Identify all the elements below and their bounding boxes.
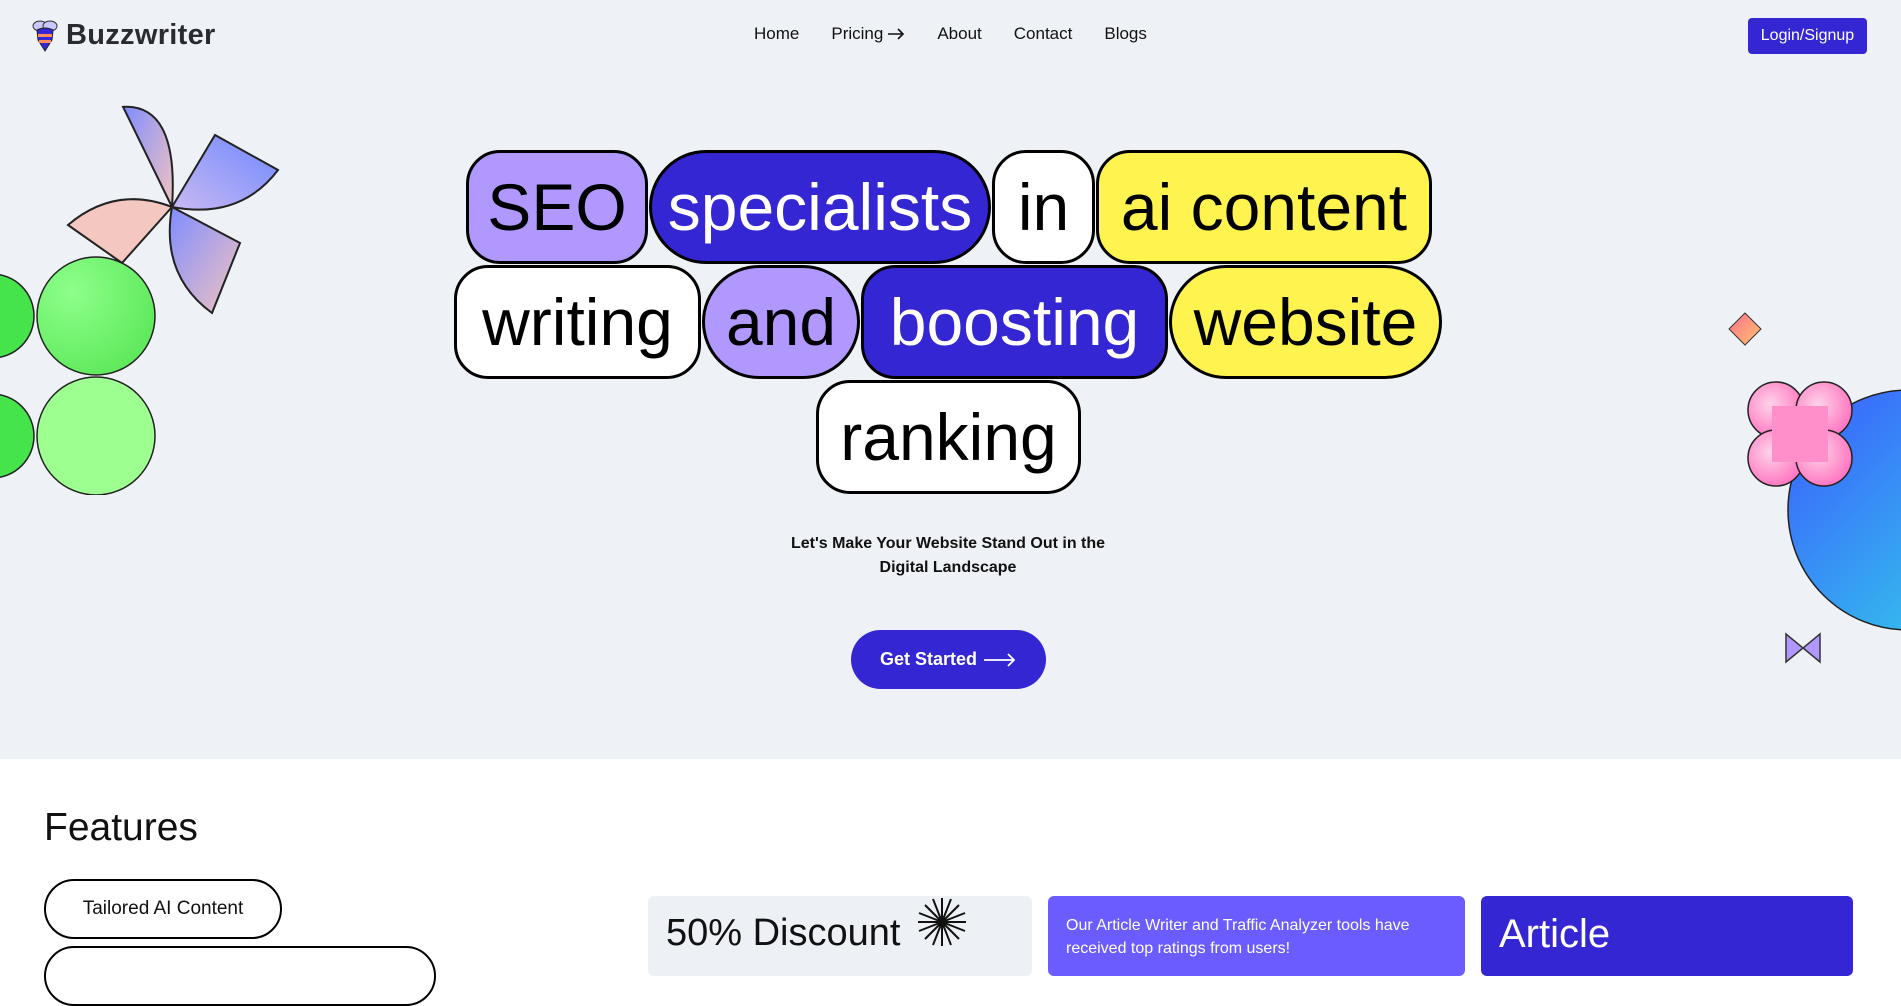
hero-word-ranking: ranking bbox=[816, 380, 1081, 494]
arrow-right-icon bbox=[888, 28, 905, 40]
decorative-bowtie bbox=[1785, 632, 1821, 664]
hero-word-writing: writing bbox=[454, 265, 701, 379]
ratings-card[interactable]: Our Article Writer and Traffic Analyzer … bbox=[1048, 896, 1465, 976]
article-card[interactable]: Article bbox=[1481, 896, 1853, 976]
feature-tab-label: Tailored AI Content bbox=[82, 898, 244, 919]
nav-about-label: About bbox=[937, 24, 982, 43]
nav-contact[interactable]: Contact bbox=[1014, 24, 1073, 44]
nav-home[interactable]: Home bbox=[754, 24, 799, 44]
long-arrow-right-icon bbox=[984, 652, 1016, 667]
hero-word-ai-content: ai content bbox=[1096, 150, 1432, 264]
features-title: Features bbox=[44, 806, 198, 849]
ratings-card-text: Our Article Writer and Traffic Analyzer … bbox=[1066, 917, 1410, 957]
bee-icon bbox=[32, 20, 58, 52]
nav-contact-label: Contact bbox=[1013, 24, 1073, 43]
nav-about[interactable]: About bbox=[937, 24, 981, 44]
hero-subtitle: Let's Make Your Website Stand Out in the… bbox=[790, 535, 1106, 576]
decorative-green-circles bbox=[0, 256, 156, 495]
feature-tab-next[interactable] bbox=[44, 946, 436, 1006]
hero-section: Buzzwriter Home Pricing About Contact Bl… bbox=[0, 0, 1901, 759]
feature-tab-tailored-ai-content[interactable]: Tailored AI Content bbox=[44, 879, 282, 939]
discount-card-title: 50% Discount bbox=[666, 912, 901, 954]
brand-name: Buzzwriter bbox=[66, 18, 216, 51]
top-nav: Home Pricing About Contact Blogs bbox=[754, 24, 1179, 44]
hero-word-and: and bbox=[702, 265, 860, 379]
hero-word-seo: SEO bbox=[466, 150, 648, 264]
login-signup-button[interactable]: Login/Signup bbox=[1748, 18, 1867, 54]
get-started-button[interactable]: Get Started bbox=[851, 630, 1046, 689]
decorative-diamond bbox=[1728, 312, 1762, 346]
nav-blogs-label: Blogs bbox=[1104, 24, 1147, 43]
hero-word-website: website bbox=[1169, 265, 1442, 379]
hero-word-boosting: boosting bbox=[861, 265, 1168, 379]
hero-word-in: in bbox=[992, 150, 1095, 264]
discount-card[interactable]: 50% Discount bbox=[648, 896, 1032, 976]
get-started-label: Get Started bbox=[879, 649, 978, 669]
decorative-pink-flower bbox=[1747, 381, 1853, 487]
brand-logo[interactable]: Buzzwriter bbox=[30, 18, 216, 52]
nav-blogs[interactable]: Blogs bbox=[1104, 24, 1147, 44]
starburst-icon bbox=[918, 898, 966, 946]
article-card-title: Article bbox=[1499, 912, 1611, 956]
hero-word-specialists: specialists bbox=[649, 150, 991, 264]
nav-pricing[interactable]: Pricing bbox=[831, 24, 905, 44]
nav-home-label: Home bbox=[754, 24, 800, 43]
nav-pricing-label: Pricing bbox=[831, 24, 884, 43]
